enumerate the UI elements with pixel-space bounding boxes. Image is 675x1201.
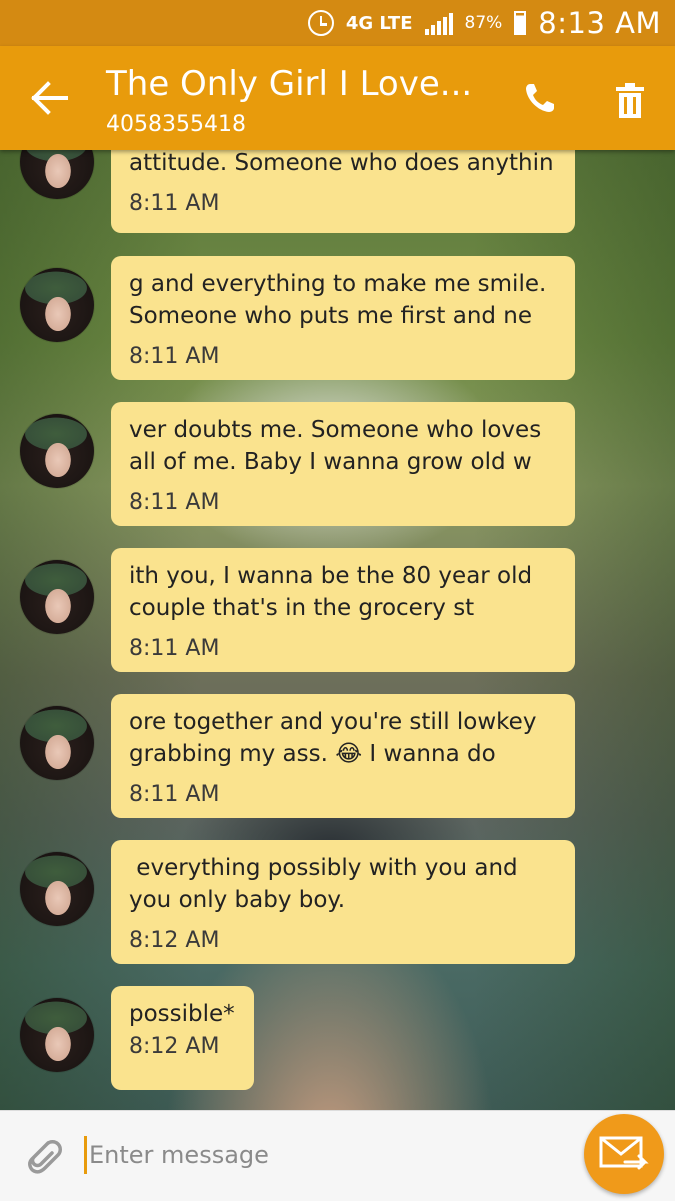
phone-icon[interactable] — [520, 78, 560, 118]
battery-percent: 87% — [464, 13, 503, 33]
clock: 8:13 AM — [538, 6, 661, 40]
message-thread[interactable]: attitude. Someone who does anythin 8:11 … — [0, 150, 675, 1110]
message-time: 8:12 AM — [129, 928, 220, 953]
message-composer: Enter message — [0, 1110, 675, 1201]
contact-avatar[interactable] — [20, 268, 94, 342]
message-time: 8:11 AM — [129, 344, 220, 369]
message-bubble[interactable]: attitude. Someone who does anythin 8:11 … — [111, 150, 575, 233]
contact-avatar[interactable] — [20, 706, 94, 780]
message-text: possible* — [129, 1001, 235, 1027]
status-bar: 4G LTE 87% 8:13 AM — [0, 0, 675, 46]
message-bubble[interactable]: ver doubts me. Someone who loves all of … — [111, 402, 575, 526]
battery-icon — [514, 11, 527, 35]
contact-avatar[interactable] — [20, 998, 94, 1072]
contact-avatar[interactable] — [20, 852, 94, 926]
message-time: 8:11 AM — [129, 636, 220, 661]
message-text: ith you, I wanna be the 80 year old coup… — [129, 563, 533, 621]
text-cursor — [84, 1136, 87, 1174]
network-type: 4G LTE — [345, 12, 413, 34]
message-time: 8:12 AM — [129, 1034, 220, 1059]
signal-icon — [424, 11, 453, 35]
message-input[interactable]: Enter message — [84, 1133, 554, 1177]
message-bubble[interactable]: ore together and you're still lowkey gra… — [111, 694, 575, 818]
message-bubble[interactable]: possible* 8:12 AM — [111, 986, 254, 1090]
send-button[interactable] — [584, 1114, 664, 1194]
paperclip-icon[interactable] — [18, 1131, 66, 1179]
message-text: ore together and you're still lowkey gra… — [129, 709, 537, 767]
contact-name[interactable]: The Only Girl I Love... — [106, 64, 472, 104]
message-bubble[interactable]: g and everything to make me smile. Someo… — [111, 256, 575, 380]
contact-number: 4058355418 — [106, 112, 246, 137]
send-mail-icon — [599, 1136, 649, 1170]
contact-avatar[interactable] — [20, 414, 94, 488]
message-bubble[interactable]: ith you, I wanna be the 80 year old coup… — [111, 548, 575, 672]
message-time: 8:11 AM — [129, 782, 220, 807]
message-text: ver doubts me. Someone who loves all of … — [129, 417, 542, 475]
conversation-header: The Only Girl I Love... 4058355418 — [0, 46, 675, 150]
back-arrow-icon[interactable] — [30, 80, 70, 116]
alarm-icon — [307, 10, 334, 36]
message-text: attitude. Someone who does anythin — [129, 150, 554, 176]
message-text: everything possibly with you and you onl… — [129, 855, 518, 913]
message-time: 8:11 AM — [129, 490, 220, 515]
contact-avatar[interactable] — [20, 150, 94, 199]
message-bubble[interactable]: everything possibly with you and you onl… — [111, 840, 575, 964]
message-text: g and everything to make me smile. Someo… — [129, 271, 547, 329]
message-time: 8:11 AM — [129, 191, 220, 216]
contact-avatar[interactable] — [20, 560, 94, 634]
trash-icon[interactable] — [610, 80, 650, 120]
message-input-placeholder: Enter message — [89, 1141, 269, 1169]
